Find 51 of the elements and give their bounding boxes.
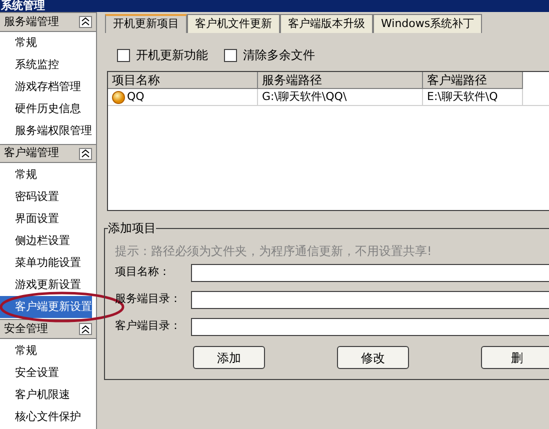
column-header[interactable]: 客户端路径 <box>423 72 523 89</box>
action-button[interactable]: 修改 <box>337 346 409 369</box>
sidebar-item[interactable]: 常规 <box>0 32 92 55</box>
tab[interactable]: 客户机文件更新 <box>187 14 280 33</box>
sidebar-item[interactable]: 服务端权限管理 <box>0 120 92 143</box>
action-button[interactable]: 添加 <box>193 346 265 369</box>
field-label: 服务端目录： <box>115 291 182 308</box>
action-button[interactable]: 删 <box>481 346 549 369</box>
checkbox[interactable] <box>224 48 237 62</box>
sidebar-item[interactable]: 核心文件保护 <box>0 406 92 428</box>
sidebar-item[interactable]: 硬件历史信息 <box>0 98 92 121</box>
section-header[interactable]: 安全管理 <box>0 319 96 340</box>
checkbox[interactable] <box>117 48 130 62</box>
sidebar-item[interactable]: 界面设置 <box>0 208 92 230</box>
sidebar-item[interactable]: 系统监控 <box>0 54 92 77</box>
sidebar-item[interactable]: 常规 <box>0 340 92 362</box>
group-title: 添加项目 <box>108 221 156 235</box>
section-title: 客户端管理 <box>4 145 59 162</box>
input-field[interactable] <box>191 290 549 308</box>
collapse-icon[interactable] <box>79 148 92 160</box>
sidebar-item[interactable]: 密码设置 <box>0 186 92 208</box>
input-field[interactable] <box>191 318 549 336</box>
table-cell-text: G:\聊天软件\QQ\ <box>262 88 347 105</box>
column-header[interactable]: 服务端路径 <box>258 72 423 89</box>
sidebar-item[interactable]: 菜单功能设置 <box>0 252 92 274</box>
column-header[interactable]: 项目名称 <box>108 72 258 89</box>
field-label: 客户端目录： <box>115 318 182 334</box>
section-header[interactable]: 客户端管理 <box>0 144 96 164</box>
checkbox-label: 清除多余文件 <box>243 47 315 64</box>
tab[interactable]: 客户端版本升级 <box>280 14 373 33</box>
sidebar-item[interactable]: 游戏存档管理 <box>0 76 92 99</box>
sidebar-item[interactable]: 安全设置 <box>0 362 92 384</box>
status-dot-icon <box>112 90 125 104</box>
table-cell-text: E:\聊天软件\Q <box>427 88 498 105</box>
section-title: 服务端管理 <box>4 14 59 30</box>
hint-text: 提示：路径必须为文件夹，为程序通信更新，不用设置共享! <box>115 243 433 259</box>
sidebar-item[interactable]: 游戏更新设置 <box>0 274 92 296</box>
sidebar-item[interactable]: 常规 <box>0 164 92 186</box>
table-cell-text: QQ <box>127 88 144 105</box>
collapse-icon[interactable] <box>79 323 92 336</box>
checkbox-label: 开机更新功能 <box>136 47 208 64</box>
tab[interactable]: 开机更新项目 <box>105 14 187 33</box>
section-title: 安全管理 <box>4 320 48 337</box>
input-field[interactable] <box>191 264 549 282</box>
field-label: 项目名称： <box>115 264 171 280</box>
section-header[interactable]: 服务端管理 <box>0 12 96 32</box>
sidebar-item[interactable]: 客户端更新设置 <box>0 296 92 318</box>
sidebar-item[interactable]: 客户机限速 <box>0 384 92 406</box>
collapse-icon[interactable] <box>79 16 92 28</box>
tab[interactable]: Windows系统补丁 <box>373 14 482 33</box>
sidebar-item[interactable]: 侧边栏设置 <box>0 230 92 252</box>
